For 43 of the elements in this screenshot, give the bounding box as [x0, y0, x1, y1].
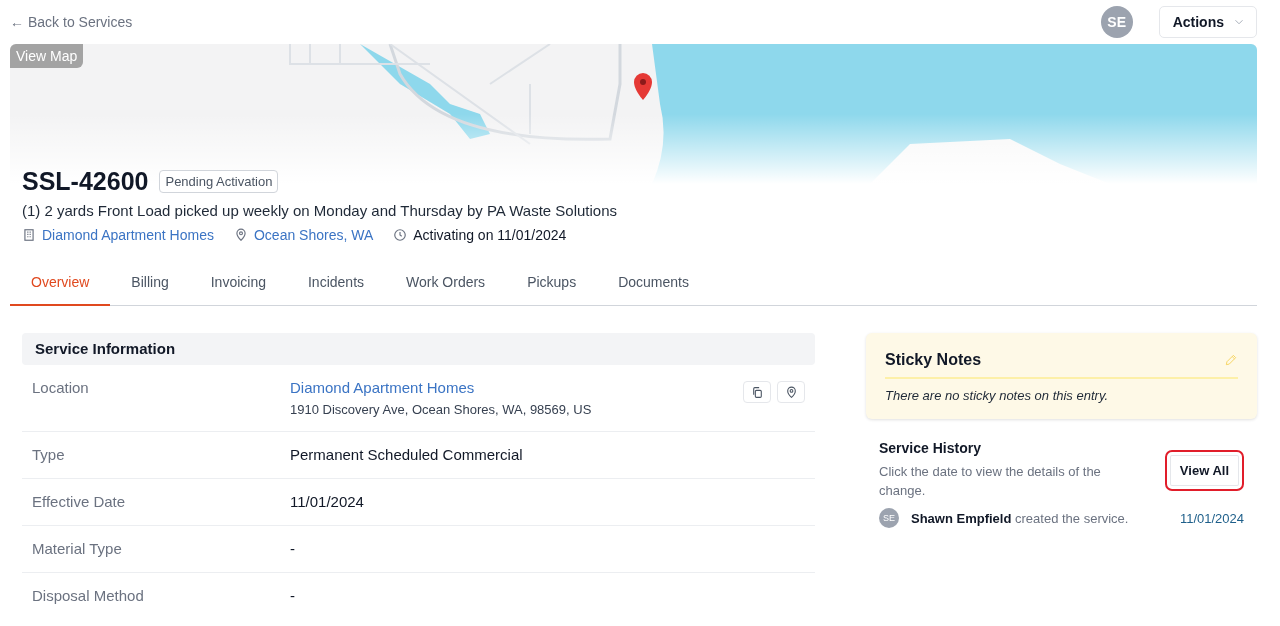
back-link[interactable]: ← Back to Services — [10, 14, 133, 30]
section-title: Service History — [879, 440, 982, 456]
view-all-button[interactable]: View All — [1164, 449, 1244, 491]
status-badge: Pending Activation — [159, 170, 279, 193]
copy-button[interactable] — [743, 381, 771, 403]
copy-icon — [750, 385, 764, 399]
tab[interactable]: Overview — [10, 261, 111, 306]
pencil-icon — [1224, 353, 1238, 367]
meta-text: Activating on 11/01/2024 — [413, 227, 567, 243]
date-link[interactable]: 11/01/2024 — [1179, 510, 1244, 526]
actions-button[interactable]: Actions — [1158, 6, 1257, 38]
location-pin-icon — [233, 228, 248, 242]
field-value: Permanent Scheduled Commercial — [290, 446, 524, 463]
tab[interactable]: Work Orders — [385, 261, 507, 306]
tab[interactable]: Invoicing — [189, 261, 287, 306]
meta-link[interactable]: Diamond Apartment Homes — [42, 227, 214, 243]
field-label: Effective Date — [32, 493, 127, 510]
clock-icon — [393, 228, 408, 242]
building-icon — [22, 228, 36, 242]
field-link[interactable]: Diamond Apartment Homes — [290, 379, 475, 396]
field-value: 11/01/2024 — [290, 493, 365, 510]
tab[interactable]: Pickups — [506, 261, 598, 306]
section-title: Service Information — [35, 340, 176, 357]
field-value: - — [290, 587, 296, 604]
map-pin-button[interactable] — [777, 381, 805, 403]
tab[interactable]: Documents — [597, 261, 710, 306]
location-pin-icon — [784, 385, 798, 399]
field-label: Disposal Method — [32, 587, 145, 604]
service-description: (1) 2 yards Front Load picked up weekly on Monday and Thursday by PA Waste Solutions — [22, 202, 619, 219]
tab[interactable]: Incidents — [287, 261, 386, 306]
field-label: Material Type — [32, 540, 123, 557]
tab[interactable]: Billing — [110, 261, 190, 306]
meta-link[interactable]: Ocean Shores, WA — [253, 227, 374, 243]
history-text: Shawn Empfield created the service. — [911, 510, 1130, 526]
field-label: Type — [32, 446, 66, 463]
card-title: Sticky Notes — [885, 351, 982, 369]
field-value: - — [290, 540, 296, 557]
service-id: SSL-42600 — [22, 167, 149, 196]
user-avatar: SE — [879, 508, 899, 528]
field-label: Location — [32, 379, 90, 396]
empty-message: There are no sticky notes on this entry. — [885, 388, 1110, 403]
hint-text: Click the date to view the details of the change. — [879, 463, 1102, 500]
address-text: 1910 Discovery Ave, Ocean Shores, WA, 98569, US — [290, 402, 593, 417]
